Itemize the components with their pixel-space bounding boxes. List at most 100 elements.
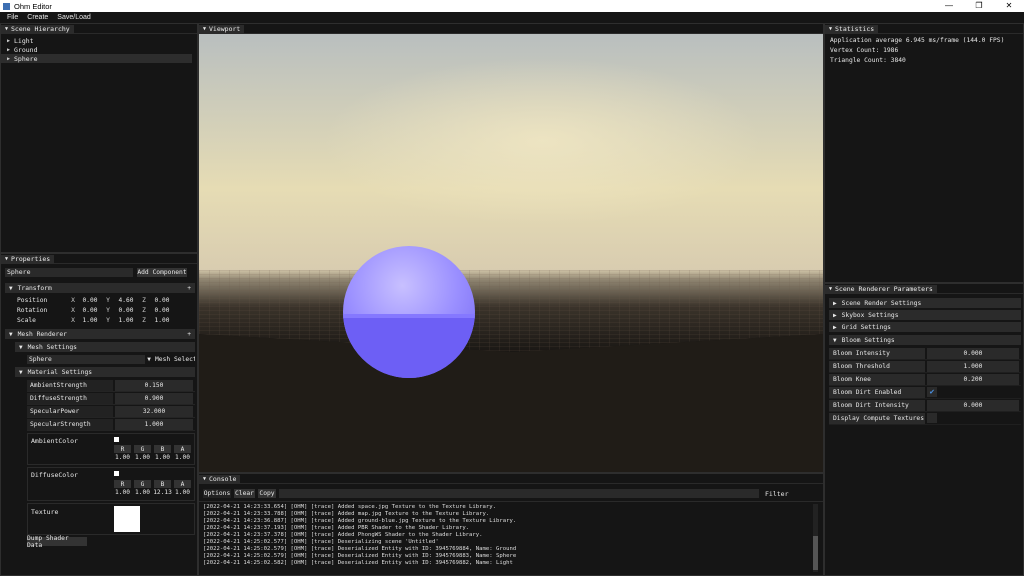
console-scrollbar[interactable] (813, 504, 818, 572)
viewport-tab[interactable]: ▼ Viewport (199, 24, 245, 34)
console-filter-input[interactable] (279, 489, 759, 498)
ambient-strength-field[interactable]: 0.150 (115, 379, 193, 391)
mesh-renderer-add-button[interactable]: + (187, 331, 191, 338)
channel-b-header: B (154, 480, 171, 488)
scene-renderer-tab[interactable]: ▼ Scene Renderer Parameters (825, 284, 937, 294)
specular-power-field[interactable]: 32.000 (115, 405, 193, 417)
collapse-icon: ▼ (9, 284, 13, 292)
menu-bar: File Create Save/Load (0, 12, 1024, 23)
scale-label: Scale (17, 316, 36, 324)
transform-header[interactable]: ▼ Transform + (5, 283, 195, 293)
bloom-settings-header[interactable]: ▼ Bloom Settings (829, 335, 1021, 345)
viewport-scene[interactable] (199, 34, 823, 472)
display-compute-textures-checkbox[interactable] (927, 413, 937, 423)
diffuse-b-field[interactable]: 12.13 (153, 488, 172, 497)
ambient-color-label: AmbientColor (31, 437, 78, 445)
ambient-r-field[interactable]: 1.00 (114, 453, 131, 462)
ambient-g-field[interactable]: 1.00 (134, 453, 151, 462)
app-icon (3, 2, 10, 10)
expand-arrow-icon: ▶ (7, 46, 11, 53)
tree-item-sphere[interactable]: ▶ Sphere (1, 54, 192, 63)
scale-x-field[interactable]: 1.00 (79, 316, 101, 325)
scene-renderer-panel: ▼ Scene Renderer Parameters ▶ Scene Render… (824, 283, 1024, 576)
viewport-panel: ▼ Viewport (198, 23, 824, 473)
close-button[interactable]: ✕ (994, 0, 1024, 12)
scale-y-field[interactable]: 1.00 (115, 316, 137, 325)
diffuse-strength-field[interactable]: 0.900 (115, 392, 193, 404)
bloom-settings-table: Bloom Intensity 0.000 Bloom Threshold 1.00… (829, 347, 1021, 425)
statistics-tab[interactable]: ▼ Statistics (825, 24, 879, 34)
axis-y-label: Y (106, 306, 110, 314)
bloom-threshold-field[interactable]: 1.000 (927, 360, 1019, 372)
ambient-color-swatch[interactable] (114, 437, 119, 442)
bloom-intensity-field[interactable]: 0.000 (927, 347, 1019, 359)
texture-preview[interactable] (114, 506, 140, 532)
position-z-field[interactable]: 0.00 (151, 296, 173, 305)
console-options-button[interactable]: Options (203, 489, 231, 498)
scene-render-settings-header[interactable]: ▶ Scene Render Settings (829, 298, 1021, 308)
display-compute-textures-label: Display Compute Textures (829, 412, 925, 424)
diffuse-a-field[interactable]: 1.00 (174, 488, 191, 497)
skybox-settings-header[interactable]: ▶ Skybox Settings (829, 310, 1021, 320)
specular-strength-field[interactable]: 1.000 (115, 418, 193, 430)
window-title: Ohm Editor (14, 1, 52, 11)
log-line: [2022-04-21 14:25:02.579] [OHM] [trace] … (203, 553, 517, 559)
log-line: [2022-04-21 14:23:37.378] [OHM] [trace] … (203, 532, 483, 538)
diffuse-g-field[interactable]: 1.00 (134, 488, 151, 497)
collapse-icon: ▼ (19, 368, 23, 376)
collapse-icon: ▼ (5, 26, 9, 32)
position-label: Position (17, 296, 48, 304)
ambient-b-field[interactable]: 1.00 (154, 453, 171, 462)
bloom-knee-field[interactable]: 0.200 (927, 373, 1019, 385)
add-component-button[interactable]: Add Component (137, 268, 187, 277)
console-tab[interactable]: ▼ Console (199, 474, 241, 484)
scale-z-field[interactable]: 1.00 (151, 316, 173, 325)
diffuse-r-field[interactable]: 1.00 (114, 488, 131, 497)
collapse-icon: ▼ (9, 330, 13, 338)
properties-tab[interactable]: ▼ Properties (1, 254, 55, 264)
expand-arrow-icon: ▶ (833, 311, 837, 319)
sun-glow (199, 34, 823, 272)
rotation-z-field[interactable]: 0.00 (151, 306, 173, 315)
collapse-icon: ▼ (19, 343, 23, 351)
menu-create[interactable]: Create (27, 14, 48, 21)
channel-g-header: G (134, 480, 151, 488)
console-clear-button[interactable]: Clear (234, 489, 255, 498)
dump-shader-data-button[interactable]: Dump Shader Data (27, 535, 87, 549)
tree-item-ground[interactable]: ▶ Ground (1, 45, 197, 54)
console-filter-label: Filter (765, 489, 789, 498)
log-line: [2022-04-21 14:23:33.788] [OHM] [trace] … (203, 511, 490, 517)
rotation-label: Rotation (17, 306, 48, 314)
bloom-intensity-label: Bloom Intensity (829, 347, 925, 359)
mesh-settings-header[interactable]: ▼ Mesh Settings (15, 342, 195, 352)
rotation-y-field[interactable]: 0.00 (115, 306, 137, 315)
bloom-dirt-enabled-checkbox[interactable]: ✔ (927, 387, 937, 397)
mesh-dropdown[interactable]: Sphere (27, 354, 145, 364)
menu-file[interactable]: File (7, 14, 18, 21)
dropdown-arrow-icon[interactable]: ▼ (145, 356, 153, 363)
bloom-dirt-intensity-field[interactable]: 0.000 (927, 399, 1019, 411)
minimize-button[interactable]: — (934, 0, 964, 12)
texture-label: Texture (31, 508, 59, 516)
menu-save-load[interactable]: Save/Load (57, 14, 90, 21)
maximize-button[interactable]: ❐ (964, 0, 994, 12)
position-x-field[interactable]: 0.00 (79, 296, 101, 305)
scene-hierarchy-tab[interactable]: ▼ Scene Hierarchy (1, 24, 74, 34)
rotation-x-field[interactable]: 0.00 (79, 306, 101, 315)
entity-name-input[interactable]: Sphere (5, 268, 133, 277)
bloom-dirt-enabled-label: Bloom Dirt Enabled (829, 386, 925, 398)
axis-y-label: Y (106, 316, 110, 324)
position-y-field[interactable]: 4.60 (115, 296, 137, 305)
ambient-a-field[interactable]: 1.00 (174, 453, 191, 462)
console-copy-button[interactable]: Copy (258, 489, 276, 498)
collapse-icon: ▼ (5, 256, 9, 262)
mesh-renderer-header[interactable]: ▼ Mesh Renderer + (5, 329, 195, 339)
grid-settings-header[interactable]: ▶ Grid Settings (829, 322, 1021, 332)
material-settings-header[interactable]: ▼ Material Settings (15, 367, 195, 377)
console-scrollbar-thumb[interactable] (813, 536, 818, 570)
diffuse-color-swatch[interactable] (114, 471, 119, 476)
transform-add-button[interactable]: + (187, 285, 191, 292)
channel-a-header: A (174, 445, 191, 453)
diffuse-color-channels: R 1.00 G 1.00 B 12.13 A 1.00 (114, 480, 191, 497)
tree-item-light[interactable]: ▶ Light (1, 36, 197, 45)
